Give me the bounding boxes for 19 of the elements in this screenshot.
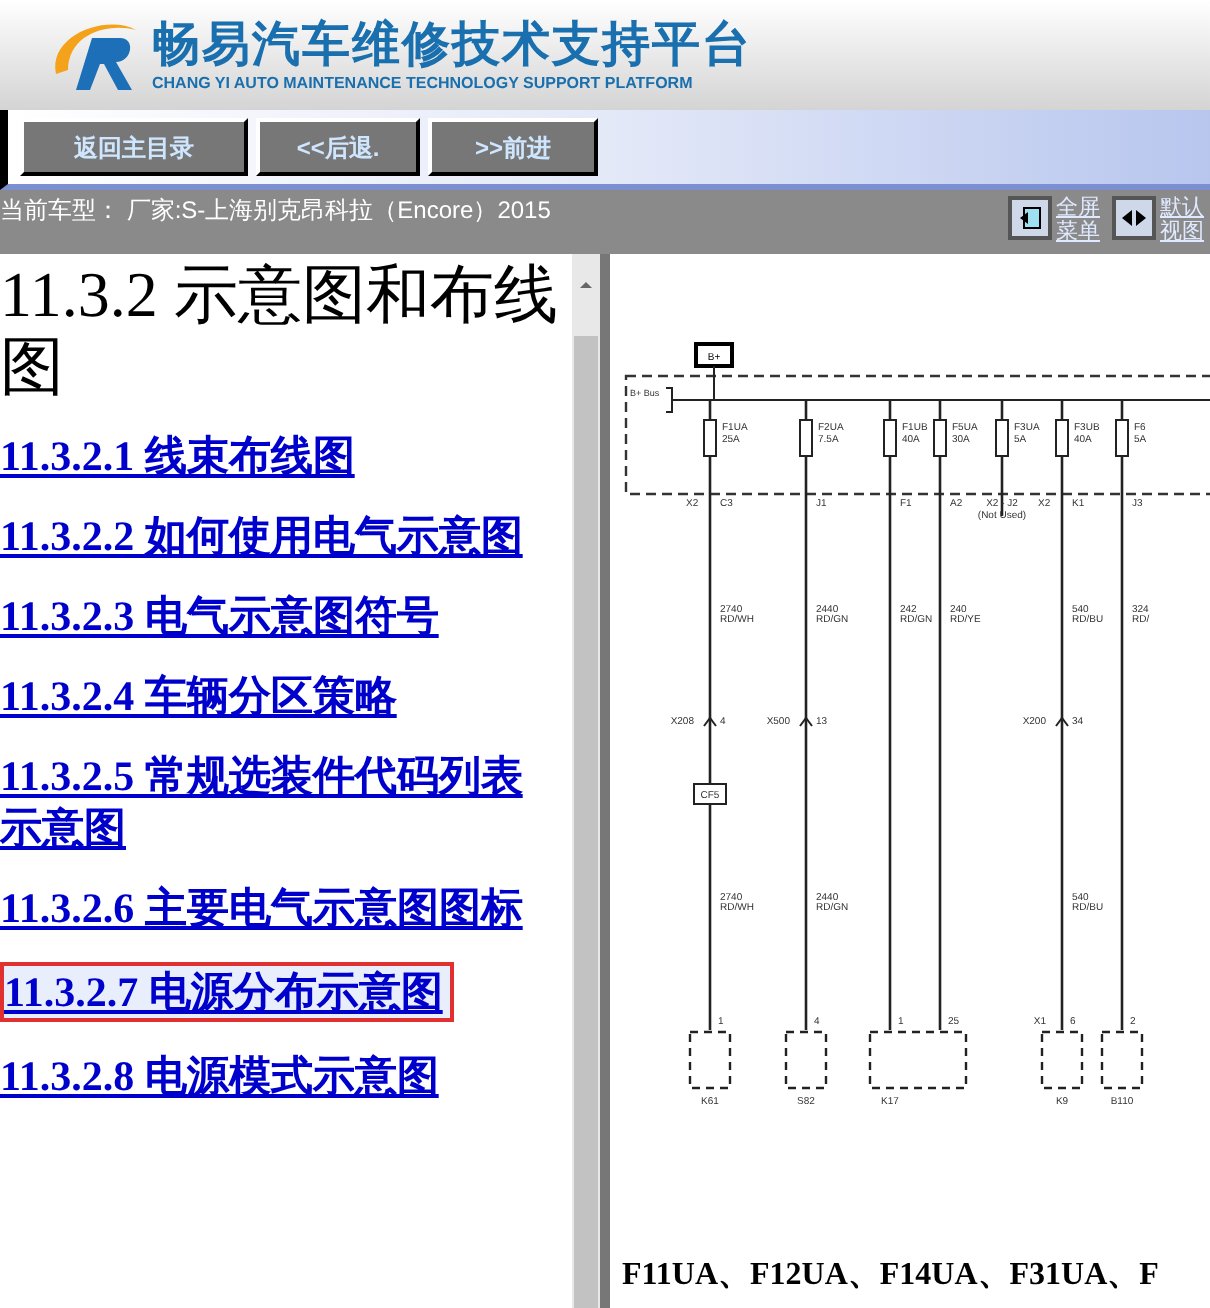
site-title: 畅易汽车维修技术支持平台	[152, 17, 752, 73]
section-link[interactable]: 11.3.2.7 电源分布示意图	[0, 962, 455, 1022]
section-link[interactable]: 11.3.2.4 车辆分区策略	[0, 670, 564, 722]
nav-button[interactable]: >>前进	[428, 118, 598, 176]
section-link[interactable]: 11.3.2.6 主要电气示意图图标	[0, 882, 564, 934]
scroll-up-icon[interactable]	[580, 282, 592, 288]
nav-button[interactable]: <<后退.	[256, 118, 420, 176]
section-link[interactable]: 11.3.2.5 常规选装件代码列表示意图	[0, 750, 564, 854]
expand-icon[interactable]	[1008, 196, 1052, 240]
section-link[interactable]: 11.3.2.3 电气示意图符号	[0, 590, 564, 642]
section-heading: 11.3.2 示意图和布线图	[0, 258, 560, 402]
site-subtitle: CHANG YI AUTO MAINTENANCE TECHNOLOGY SUPPORT PLATFORM	[152, 73, 695, 93]
section-link[interactable]: 11.3.2.2 如何使用电气示意图	[0, 510, 564, 562]
fuse-list-caption: F11UA、F12UA、F14UA、F31UA、F	[620, 1256, 1161, 1296]
current-vehicle: 当前车型： 厂家:S-上海别克昂科拉（Encore）2015	[0, 194, 551, 228]
section-link[interactable]: 11.3.2.1 线束布线图	[0, 430, 564, 482]
section-link[interactable]: 11.3.2.8 电源模式示意图	[0, 1050, 564, 1102]
nav-button[interactable]: 返回主目录	[20, 118, 248, 176]
split-icon[interactable]	[1112, 196, 1156, 240]
